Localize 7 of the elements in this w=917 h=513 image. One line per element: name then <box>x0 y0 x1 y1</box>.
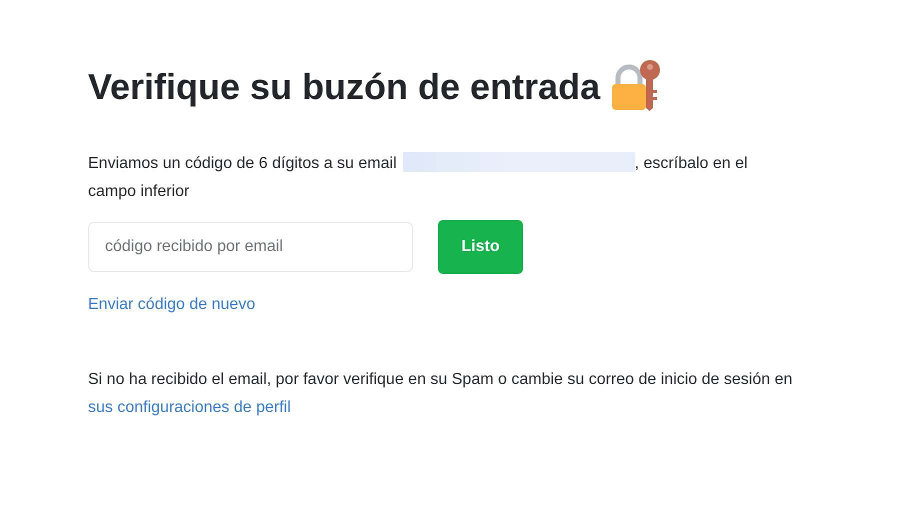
spam-note-text: Si no ha recibido el email, por favor verifique en su Spam o cambie su correo de inicio de sesión en sus configuraciones de perfil <box>88 370 794 418</box>
profile-settings-link[interactable]: sus configuraciones de perfil <box>88 399 291 416</box>
instruction-text: Enviamos un código de 6 dígitos a su email , escríbalo en el campo inferior <box>88 150 788 206</box>
page-title: Verifique su buzón de entrada <box>88 66 600 109</box>
done-button[interactable]: Listo <box>438 220 523 274</box>
code-input-field[interactable]: código recibido por email <box>88 222 413 272</box>
resend-code-link[interactable]: Enviar código de nuevo <box>88 296 256 314</box>
